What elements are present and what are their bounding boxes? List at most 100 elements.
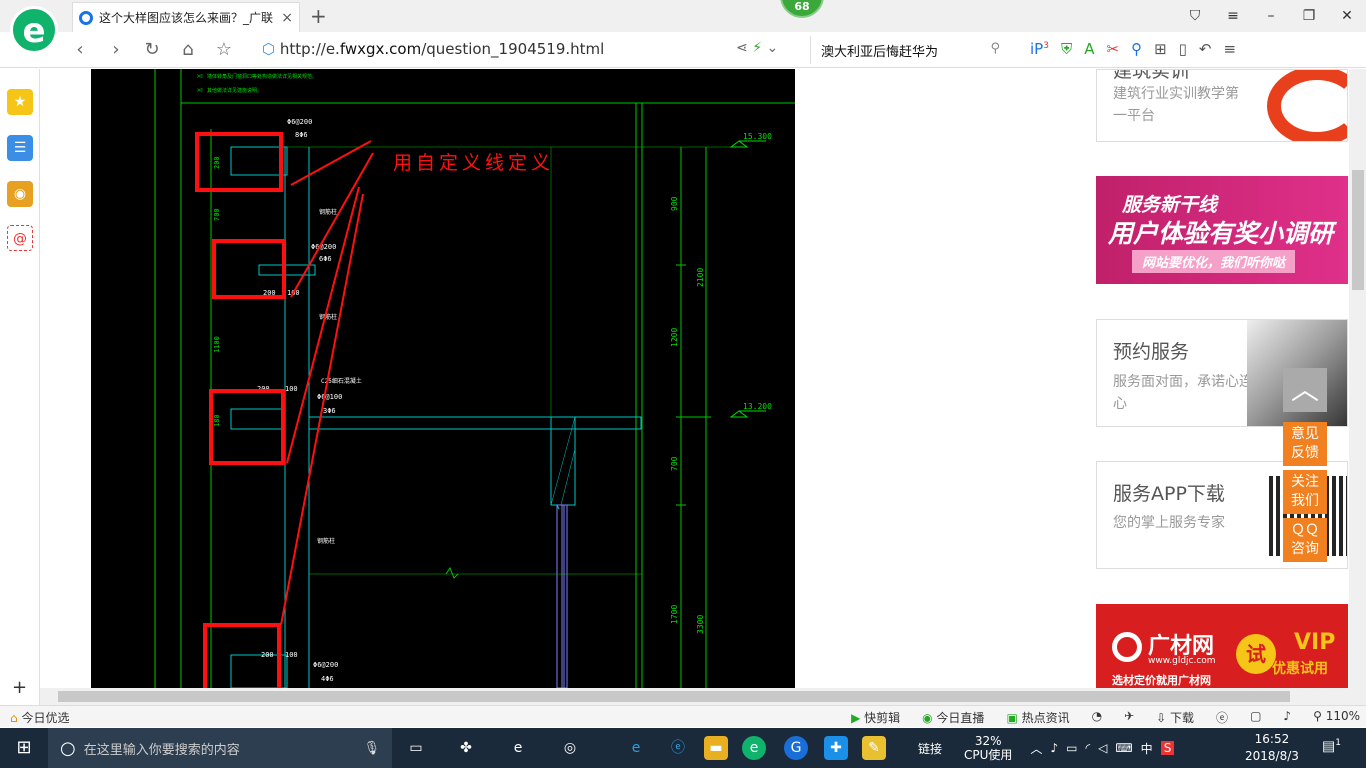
360-browser-icon[interactable]: ◎ <box>558 736 582 760</box>
notification-center-icon[interactable]: ▤1 <box>1322 738 1341 755</box>
quick-edit-label: 快剪辑 <box>864 711 901 725</box>
battery-icon[interactable]: ▭ <box>1066 741 1077 755</box>
ip-extension-icon[interactable]: iP3 <box>1030 40 1049 58</box>
close-button[interactable]: ✕ <box>1328 0 1366 32</box>
survey-banner[interactable]: 服务新干线 用户体验有奖小调研 网站要优化，我们听你哒 <box>1096 176 1348 284</box>
new-tab-button[interactable]: + <box>310 4 327 28</box>
sound-icon[interactable]: ♪ <box>1283 709 1291 726</box>
scissors-icon[interactable]: ✂ <box>1106 40 1119 58</box>
browser-taskbar-icon[interactable]: e <box>742 736 766 760</box>
email-icon[interactable]: @ <box>7 225 33 251</box>
window-mode-icon[interactable]: ▢ <box>1250 709 1261 726</box>
url-path: /question_1904519.html <box>421 40 605 58</box>
task-view-icon[interactable]: ▭ <box>404 736 428 760</box>
status-live[interactable]: ◉ 今日直播 <box>922 709 984 726</box>
minimize-button[interactable]: – <box>1252 0 1290 32</box>
more-menu-icon[interactable]: ≡ <box>1223 40 1236 58</box>
appointment-subtitle: 服务面对面，承诺心连心 <box>1113 374 1253 412</box>
gldjc-banner[interactable]: 广材网 www.gldjc.com 试 VIP 优惠试用 选材定价就用广材网 <box>1096 604 1348 688</box>
vertical-scroll-thumb[interactable] <box>1352 170 1364 290</box>
search-icon[interactable]: ⚲ <box>990 41 1000 56</box>
survey-line3: 网站要优化，我们听你哒 <box>1132 250 1296 273</box>
ext-badge: 3 <box>1043 41 1049 51</box>
translate-icon[interactable]: A <box>1084 40 1094 58</box>
reading-list-icon[interactable]: ☰ <box>7 135 33 161</box>
edge-icon[interactable]: e <box>624 736 648 760</box>
wifi-icon[interactable]: ◜ <box>1085 741 1090 755</box>
favorite-star-icon[interactable]: ☆ <box>206 39 242 60</box>
plus-app-icon[interactable]: ✚ <box>824 736 848 760</box>
menu-icon[interactable]: ≡ <box>1214 0 1252 32</box>
maximize-button[interactable]: ❐ <box>1290 0 1328 32</box>
ie-mode-icon[interactable]: ⓔ <box>1216 709 1228 726</box>
follow-button[interactable]: 关注我们 <box>1283 470 1327 514</box>
taskbar-search-input[interactable]: ○ 在这里输入你要搜索的内容 🎙 <box>48 728 392 768</box>
forward-icon[interactable]: › <box>98 39 134 60</box>
gldjc-try-badge: 试 <box>1236 634 1276 674</box>
cpu-label: CPU使用 <box>964 748 1013 762</box>
cpu-value: 32% <box>974 734 1002 748</box>
vertical-scrollbar[interactable] <box>1349 69 1366 688</box>
browser-status-bar: ⌂ 今日优选 ▶ 快剪辑 ◉ 今日直播 ▣ 热点资讯 ◔ ✈ ⇩ 下载 ⓔ ▢ … <box>0 705 1366 727</box>
feedback-button[interactable]: 意见反馈 <box>1283 422 1327 466</box>
apps-icon[interactable]: ⊞ <box>1154 40 1167 58</box>
keyboard-icon[interactable]: ⌨ <box>1115 741 1132 755</box>
ime-indicator[interactable]: 中 <box>1141 740 1153 757</box>
back-icon[interactable]: ‹ <box>62 39 98 60</box>
share-icon[interactable]: ⋖ ⚡ ⌄ <box>736 40 778 56</box>
dim-900: 900 <box>670 196 679 211</box>
status-quick-edit[interactable]: ▶ 快剪辑 <box>851 709 900 726</box>
volume-icon[interactable]: ◁ <box>1098 741 1107 755</box>
today-picks[interactable]: ⌂ 今日优选 <box>10 709 69 726</box>
label-c: 钢筋柱 <box>319 208 337 216</box>
weibo-icon[interactable]: ◉ <box>7 181 33 207</box>
cpu-monitor[interactable]: 32% CPU使用 <box>964 734 1012 762</box>
windows-start-icon[interactable]: ⊞ <box>0 728 48 768</box>
fan-app-icon[interactable]: ✤ <box>454 736 478 760</box>
url-field[interactable]: ⬡ http://e.fwxgx.com/question_1904519.ht… <box>262 40 604 58</box>
dim-3300: 3300 <box>696 615 705 634</box>
microphone-icon[interactable]: 🎙 <box>363 741 380 756</box>
status-download[interactable]: ⇩ 下载 <box>1156 709 1194 726</box>
g-app-icon[interactable]: G <box>784 736 808 760</box>
edge-e-icon[interactable]: e <box>506 736 530 760</box>
training-card[interactable]: 建筑实训 建筑行业实训教学第一平台 <box>1096 69 1348 142</box>
bell-icon[interactable]: ♪ <box>1050 741 1058 755</box>
chevron-up-icon[interactable]: ︿ <box>1030 740 1042 757</box>
back-to-top-button[interactable]: ︿ <box>1283 368 1327 412</box>
sogou-icon[interactable]: S <box>1160 741 1175 755</box>
qq-consult-button[interactable]: ＱＱ咨询 <box>1283 518 1327 562</box>
favorites-star-icon[interactable]: ★ <box>7 89 33 115</box>
browser-logo[interactable]: e <box>10 6 58 54</box>
refresh-icon[interactable]: ↻ <box>134 39 170 60</box>
status-news[interactable]: ▣ 热点资讯 <box>1006 709 1069 726</box>
lightning-icon[interactable]: ⚡ <box>752 40 762 56</box>
tray-link[interactable]: 链接 <box>918 740 942 757</box>
shield-icon[interactable]: ⛨ <box>1061 40 1072 58</box>
phone-icon[interactable]: ▯ <box>1179 40 1187 58</box>
label-b: 8Φ6 <box>295 131 308 139</box>
pin-icon[interactable]: ✈ <box>1124 709 1134 726</box>
horizontal-scroll-thumb[interactable] <box>58 691 1290 702</box>
notes-app-icon[interactable]: ✎ <box>862 736 886 760</box>
download-label: 下载 <box>1170 711 1195 725</box>
survey-line1: 服务新干线 <box>1122 194 1218 216</box>
tab-active[interactable]: 这个大样图应该怎么来画？_广联 × <box>72 2 300 32</box>
file-explorer-icon[interactable]: ▬ <box>704 736 728 760</box>
undo-icon[interactable]: ↶ <box>1199 40 1212 58</box>
training-logo <box>1267 70 1347 141</box>
find-icon[interactable]: ⚲ <box>1131 40 1142 58</box>
shirt-icon[interactable]: ⛉ <box>1176 0 1214 32</box>
cad-drawing-image: ※ 墙体转角及门窗洞口等处构造做法详见相关规范。 ※ 其他做法详见建施说明。 >… <box>91 69 795 688</box>
speed-icon[interactable]: ◔ <box>1092 709 1102 726</box>
dim-1700: 1700 <box>670 605 679 624</box>
cad-note-1: ※ 墙体转角及门窗洞口等处构造做法详见相关规范。 <box>199 73 317 80</box>
cortana-icon: ○ <box>60 737 76 759</box>
status-zoom[interactable]: ⚲ 110% <box>1313 709 1360 726</box>
taskbar-clock[interactable]: 16:52 2018/8/3 <box>1245 731 1299 765</box>
ie-icon[interactable]: ⓔ <box>666 736 690 760</box>
tab-close-button[interactable]: × <box>281 10 293 26</box>
search-input[interactable]: 澳大利亚后悔赶华为 ⚲ <box>810 36 1010 64</box>
add-icon[interactable]: + <box>12 677 27 698</box>
home-icon[interactable]: ⌂ <box>170 39 206 60</box>
